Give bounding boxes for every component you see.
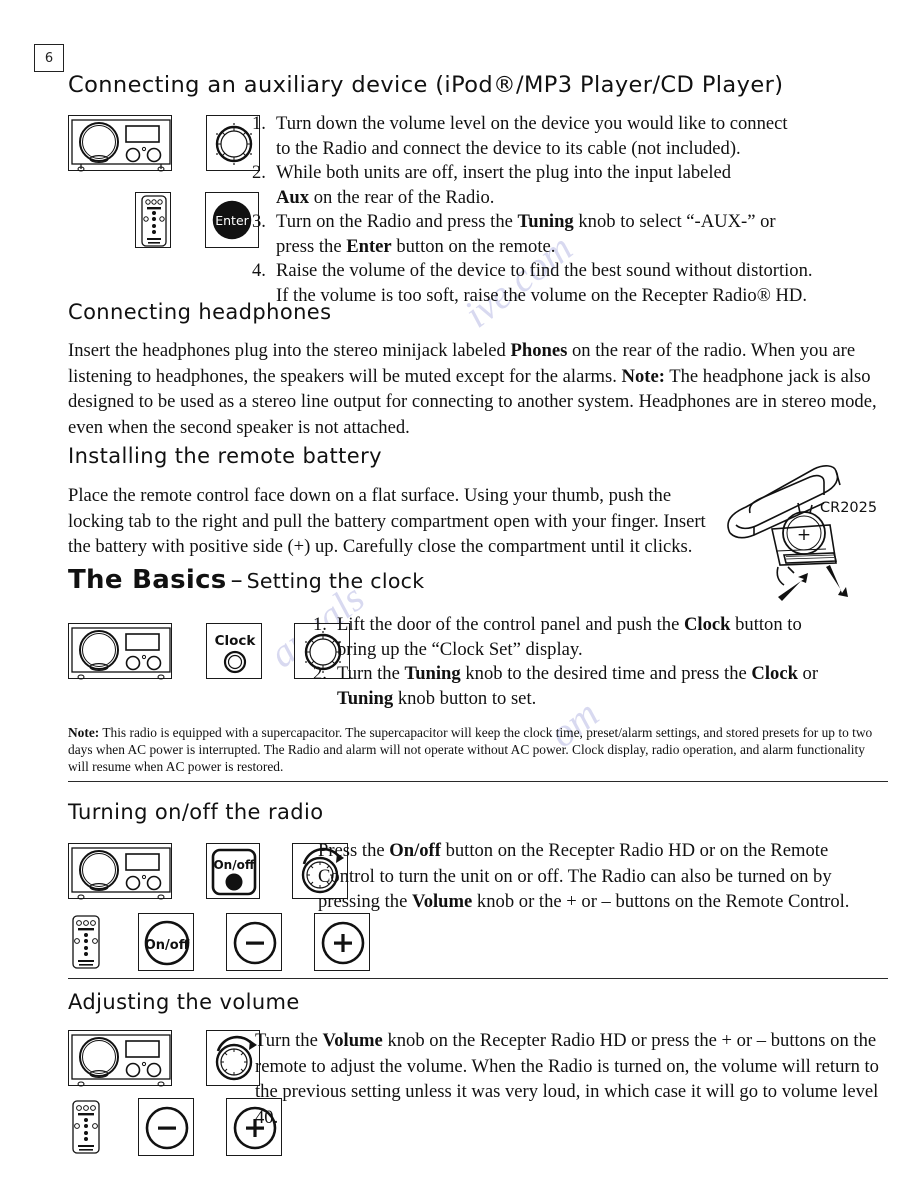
minus-button-icon (226, 913, 282, 971)
step-number: 3. (252, 211, 266, 232)
list-item: 3. Turn on the Radio and press the Tunin… (252, 210, 892, 259)
step-text-bold: Clock (751, 663, 798, 684)
radio-front-icon (68, 115, 172, 172)
step-number: 4. (252, 260, 266, 281)
step-text-bold: Tuning (337, 687, 394, 709)
para-text: Insert the headphones plug into the ster… (68, 340, 511, 361)
heading-basics-sub: Setting the clock (246, 569, 425, 593)
para-text: Turn the (255, 1030, 323, 1051)
volume-paragraph: Turn the Volume knob on the Recepter Rad… (255, 1028, 895, 1130)
step-text: knob button to set. (393, 687, 537, 709)
remote-control-icon (68, 1098, 104, 1156)
heading-basics-main: The Basics (68, 565, 227, 595)
para-text-bold: Volume (412, 891, 473, 912)
aux-icon-group (68, 115, 260, 172)
step-text: on the rear of the Radio. (309, 186, 495, 208)
heading-connecting-auxiliary-device: Connecting an auxiliary device (iPod®/MP… (68, 72, 784, 98)
step-text-bold: Enter (346, 235, 392, 257)
step-number: 1. (252, 113, 266, 134)
list-item: 2. While both units are off, insert the … (252, 161, 892, 210)
step-text: or (797, 663, 819, 684)
section-divider (68, 978, 888, 980)
minus-button-icon (138, 1098, 194, 1156)
basics-step-list: 1. Lift the door of the control panel an… (313, 613, 893, 711)
remote-control-icon (68, 913, 104, 971)
volume-knob-icon (206, 1030, 260, 1086)
remote-control-icon (135, 192, 171, 248)
step-text-bold: Clock (684, 614, 731, 635)
list-item: 1. Turn down the volume level on the dev… (252, 112, 892, 161)
para-text-bold: On/off (389, 840, 441, 861)
clock-button-label: Clock (215, 633, 257, 649)
para-text-bold: Note: (621, 365, 665, 387)
page-number: 6 (34, 44, 64, 72)
step-number: 2. (252, 162, 266, 183)
radio-front-icon (68, 843, 172, 900)
step-number: 2. (313, 663, 327, 684)
volume-icon-group-top (68, 1030, 260, 1087)
radio-front-icon (68, 1030, 172, 1087)
note-label: Note: (68, 725, 100, 740)
para-text-bold: Phones (510, 340, 568, 361)
onoff-icon-group-top: On/off (68, 843, 348, 900)
enter-button-label: Enter (215, 213, 249, 228)
volume-icon-group-bottom (68, 1098, 282, 1156)
remote-onoff-label: On/off (145, 938, 190, 953)
step-text: knob to the desired time and press the (460, 663, 752, 684)
onoff-paragraph: Press the On/off button on the Recepter … (318, 838, 878, 915)
step-text: While both units are off, insert the plu… (276, 162, 732, 183)
heading-installing-remote-battery: Installing the remote battery (68, 444, 382, 468)
battery-illustration: + CR2025 (718, 455, 918, 605)
step-number: 1. (313, 614, 327, 635)
step-text: press the (276, 235, 347, 257)
note-paragraph: Note: This radio is equipped with a supe… (68, 724, 888, 775)
heading-basics-dash: – (230, 566, 243, 594)
onoff-panel-button-icon: On/off (206, 843, 260, 899)
step-text: knob to select “-AUX-” or (573, 211, 776, 232)
heading-connecting-headphones: Connecting headphones (68, 300, 332, 324)
battery-polarity-label: + (797, 525, 811, 545)
heading-adjusting-the-volume: Adjusting the volume (68, 990, 300, 1014)
onoff-button-label: On/off (213, 858, 254, 872)
step-text-bold: Aux (276, 186, 310, 208)
note-text: This radio is equipped with a supercapac… (68, 725, 873, 774)
radio-front-icon (68, 623, 172, 680)
para-text: knob or the + or – buttons on the Remote… (472, 891, 850, 912)
battery-type-label: CR2025 (820, 500, 878, 516)
list-item: 2. Turn the Tuning knob to the desired t… (313, 662, 893, 711)
step-text: bring up the “Clock Set” display. (337, 638, 583, 660)
battery-paragraph: Place the remote control face down on a … (68, 485, 706, 557)
para-text-bold: Volume (322, 1030, 383, 1051)
step-text: button to (730, 614, 802, 635)
step-text: Lift the door of the control panel and p… (337, 614, 684, 635)
onoff-icon-group-bottom: On/off (68, 913, 370, 971)
step-text: Turn the (337, 663, 405, 684)
headphones-paragraph: Insert the headphones plug into the ster… (68, 338, 888, 440)
heading-the-basics: The Basics – Setting the clock (68, 565, 424, 595)
step-text: Turn down the volume level on the device… (276, 113, 788, 134)
heading-turning-on-off-radio: Turning on/off the radio (68, 800, 324, 824)
step-text: button on the remote. (391, 235, 556, 257)
aux-icon-group-2: Enter (135, 192, 259, 248)
basics-icon-group: Clock (68, 623, 350, 680)
step-text-bold: Tuning (404, 663, 461, 684)
para-text: Press the (318, 840, 390, 861)
clock-button-icon: Clock (206, 623, 262, 679)
manual-page: ive.com anuals om 6 Connecting an auxili… (0, 0, 918, 1188)
step-text: Turn on the Radio and press the (276, 211, 518, 232)
note-box: Note: This radio is equipped with a supe… (68, 724, 888, 782)
remote-onoff-button-icon: On/off (138, 913, 194, 971)
step-text: to the Radio and connect the device to i… (276, 137, 741, 159)
step-text: Raise the volume of the device to find t… (276, 260, 813, 281)
list-item: 1. Lift the door of the control panel an… (313, 613, 893, 662)
aux-step-list: 1. Turn down the volume level on the dev… (252, 112, 892, 308)
plus-button-icon (314, 913, 370, 971)
enter-button-icon: Enter (205, 192, 259, 248)
step-text-bold: Tuning (517, 211, 574, 232)
